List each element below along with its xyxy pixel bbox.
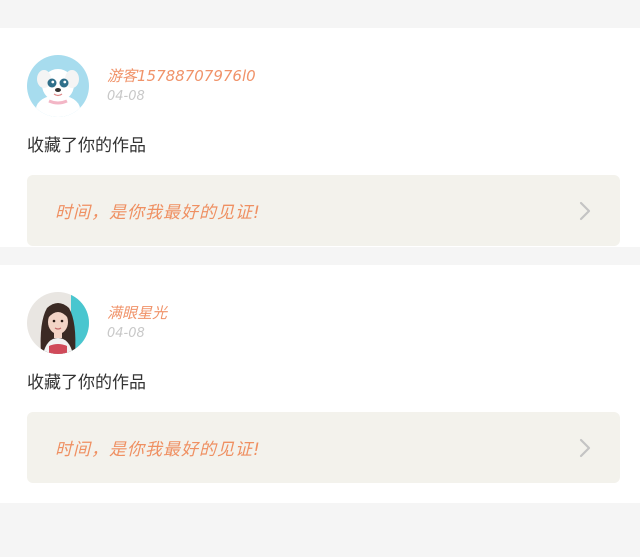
post-date: 04-08 <box>107 89 145 104</box>
feed-item: 游客15788707976l0 04-08 收藏了你的作品 时间，是你我最好的见… <box>0 28 640 247</box>
puppy-avatar-icon <box>27 55 89 117</box>
username[interactable]: 游客15788707976l0 <box>107 66 256 86</box>
work-link-title: 时间，是你我最好的见证! <box>55 440 261 460</box>
action-text: 收藏了你的作品 <box>27 373 146 393</box>
top-spacer <box>0 0 640 28</box>
action-text: 收藏了你的作品 <box>27 136 146 156</box>
chevron-right-icon <box>578 200 592 222</box>
work-link-title: 时间，是你我最好的见证! <box>55 203 261 223</box>
chevron-right-icon <box>578 437 592 459</box>
username[interactable]: 满眼星光 <box>107 303 167 323</box>
work-link[interactable]: 时间，是你我最好的见证! <box>27 175 620 246</box>
feed-item-meta: 游客15788707976l0 04-08 <box>107 66 256 106</box>
feed-item: 满眼星光 04-08 收藏了你的作品 时间，是你我最好的见证! <box>0 265 640 503</box>
feed-item-header: 满眼星光 04-08 <box>27 292 620 354</box>
post-date: 04-08 <box>107 326 145 341</box>
work-link[interactable]: 时间，是你我最好的见证! <box>27 412 620 483</box>
feed-item-meta: 满眼星光 04-08 <box>107 303 167 343</box>
avatar[interactable] <box>27 292 89 354</box>
feed-item-header: 游客15788707976l0 04-08 <box>27 55 620 117</box>
girl-avatar-icon <box>27 292 89 354</box>
avatar[interactable] <box>27 55 89 117</box>
